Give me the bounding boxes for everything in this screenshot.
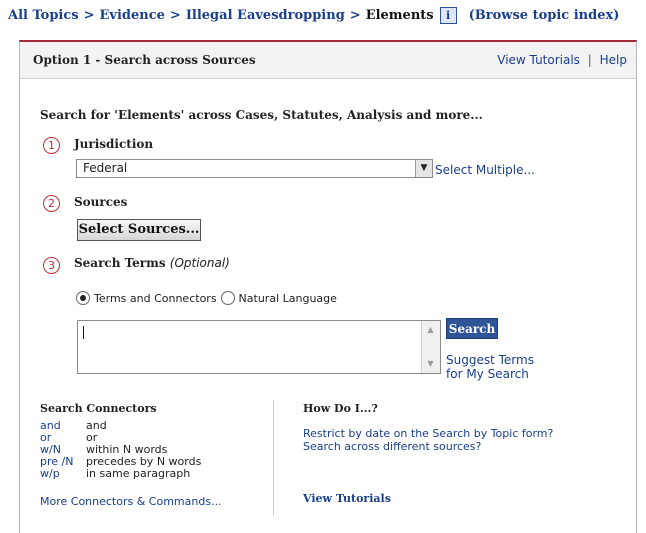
breadcrumb-separator: > bbox=[169, 7, 181, 23]
header-links: View Tutorials | Help bbox=[497, 53, 627, 67]
connector-key[interactable]: w/p bbox=[40, 468, 86, 480]
terms-connectors-label[interactable]: Terms and Connectors bbox=[94, 292, 217, 305]
select-multiple-link[interactable]: Select Multiple... bbox=[435, 163, 535, 177]
search-button[interactable]: Search bbox=[446, 318, 498, 339]
textarea-scrollbar[interactable]: ▲ ▼ bbox=[421, 321, 440, 373]
scroll-up-icon[interactable]: ▲ bbox=[422, 322, 439, 338]
search-terms-title: Search Terms bbox=[74, 256, 166, 270]
search-lead-text: Search for 'Elements' across Cases, Stat… bbox=[40, 108, 483, 122]
browse-topic-index-link[interactable]: (Browse topic index) bbox=[469, 8, 620, 23]
step-number-3: 3 bbox=[43, 257, 60, 274]
restrict-by-date-link[interactable]: Restrict by date on the Search by Topic … bbox=[303, 427, 553, 440]
breadcrumb-separator: > bbox=[349, 7, 361, 23]
breadcrumb-separator: > bbox=[83, 7, 95, 23]
jurisdiction-label: Jurisdiction bbox=[74, 137, 154, 151]
search-terms-label: Search Terms (Optional) bbox=[74, 256, 230, 270]
connector-desc: in same paragraph bbox=[86, 467, 191, 480]
suggest-terms-link[interactable]: Suggest Terms for My Search bbox=[446, 353, 534, 381]
optional-note: (Optional) bbox=[169, 256, 230, 270]
search-different-sources-link[interactable]: Search across different sources? bbox=[303, 440, 481, 453]
step-number-2: 2 bbox=[43, 195, 60, 212]
info-icon[interactable]: i bbox=[439, 6, 457, 24]
connector-row: w/p in same paragraph bbox=[40, 468, 190, 480]
chevron-down-icon[interactable]: ▼ bbox=[415, 160, 432, 177]
help-link[interactable]: Help bbox=[600, 53, 627, 67]
radio-unselected-icon[interactable] bbox=[220, 291, 235, 305]
link-separator: | bbox=[587, 53, 592, 67]
jurisdiction-value: Federal bbox=[83, 161, 128, 175]
breadcrumb-current: Elements bbox=[365, 7, 434, 23]
breadcrumb: All Topics > Evidence > Illegal Eavesdro… bbox=[8, 0, 638, 30]
search-terms-input[interactable]: ▲ ▼ bbox=[77, 320, 441, 374]
search-panel: Option 1 - Search across Sources View Tu… bbox=[19, 40, 637, 533]
text-cursor bbox=[83, 326, 84, 339]
jurisdiction-select[interactable]: Federal bbox=[76, 159, 433, 178]
select-sources-button[interactable]: Select Sources... bbox=[77, 219, 201, 241]
breadcrumb-evidence[interactable]: Evidence bbox=[100, 8, 165, 23]
search-connectors-title: Search Connectors bbox=[40, 402, 157, 415]
how-do-i-title: How Do I...? bbox=[303, 402, 378, 415]
breadcrumb-illegal-eavesdropping[interactable]: Illegal Eavesdropping bbox=[186, 8, 345, 23]
panel-title: Option 1 - Search across Sources bbox=[33, 53, 256, 67]
sources-label: Sources bbox=[74, 195, 128, 209]
radio-selected-icon[interactable] bbox=[76, 291, 90, 305]
panel-header: Option 1 - Search across Sources View Tu… bbox=[20, 42, 636, 79]
more-connectors-link[interactable]: More Connectors & Commands... bbox=[40, 495, 222, 508]
search-mode-radios: Terms and Connectors Natural Language bbox=[76, 291, 337, 305]
column-divider bbox=[273, 400, 274, 516]
scroll-down-icon[interactable]: ▼ bbox=[422, 356, 439, 372]
step-number-1: 1 bbox=[43, 137, 60, 154]
natural-language-label[interactable]: Natural Language bbox=[239, 292, 337, 305]
view-tutorials-bottom-link[interactable]: View Tutorials bbox=[303, 492, 391, 505]
breadcrumb-all-topics[interactable]: All Topics bbox=[8, 8, 79, 23]
view-tutorials-link[interactable]: View Tutorials bbox=[497, 53, 580, 67]
